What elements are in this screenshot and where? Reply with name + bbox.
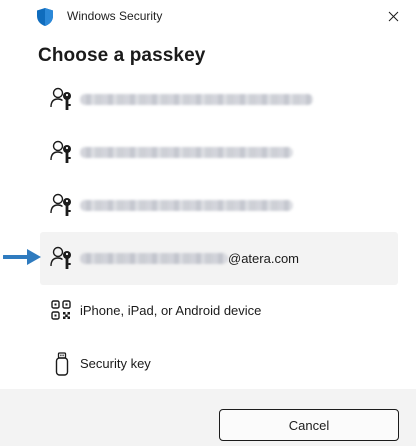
qr-code-icon <box>51 300 71 320</box>
phone-device-option[interactable]: iPhone, iPad, or Android device <box>40 285 398 338</box>
passkey-account-label <box>80 197 293 212</box>
redacted-account <box>80 200 293 212</box>
passkey-option-1[interactable] <box>40 73 398 126</box>
passkey-account-label <box>80 144 293 159</box>
redacted-account <box>80 147 293 159</box>
windows-security-shield-icon <box>37 8 53 26</box>
passkey-icon <box>50 87 71 110</box>
security-key-label: Security key <box>80 356 151 371</box>
page-title: Choose a passkey <box>38 45 206 66</box>
account-domain: @atera.com <box>228 251 299 267</box>
close-icon <box>388 11 398 21</box>
window-title: Windows Security <box>67 9 163 23</box>
security-key-option[interactable]: Security key <box>40 338 398 391</box>
passkey-option-2[interactable] <box>40 126 398 179</box>
passkey-icon <box>50 246 71 269</box>
annotation-arrow-icon <box>3 249 41 265</box>
passkey-option-3[interactable] <box>40 179 398 232</box>
phone-device-label: iPhone, iPad, or Android device <box>80 303 262 318</box>
passkey-icon <box>50 193 71 216</box>
passkey-account-label <box>80 91 313 106</box>
cancel-button[interactable]: Cancel <box>219 409 399 441</box>
passkey-icon <box>50 140 71 163</box>
passkey-list: @atera.com iPhone, iPad, or Android devi… <box>40 73 398 391</box>
passkey-account-label: @atera.com <box>80 250 299 266</box>
title-bar: Windows Security <box>0 0 416 34</box>
redacted-account <box>80 94 313 106</box>
redacted-account <box>80 253 228 265</box>
close-button[interactable] <box>370 0 416 32</box>
security-key-icon <box>55 352 69 376</box>
passkey-option-4[interactable]: @atera.com <box>40 232 398 285</box>
